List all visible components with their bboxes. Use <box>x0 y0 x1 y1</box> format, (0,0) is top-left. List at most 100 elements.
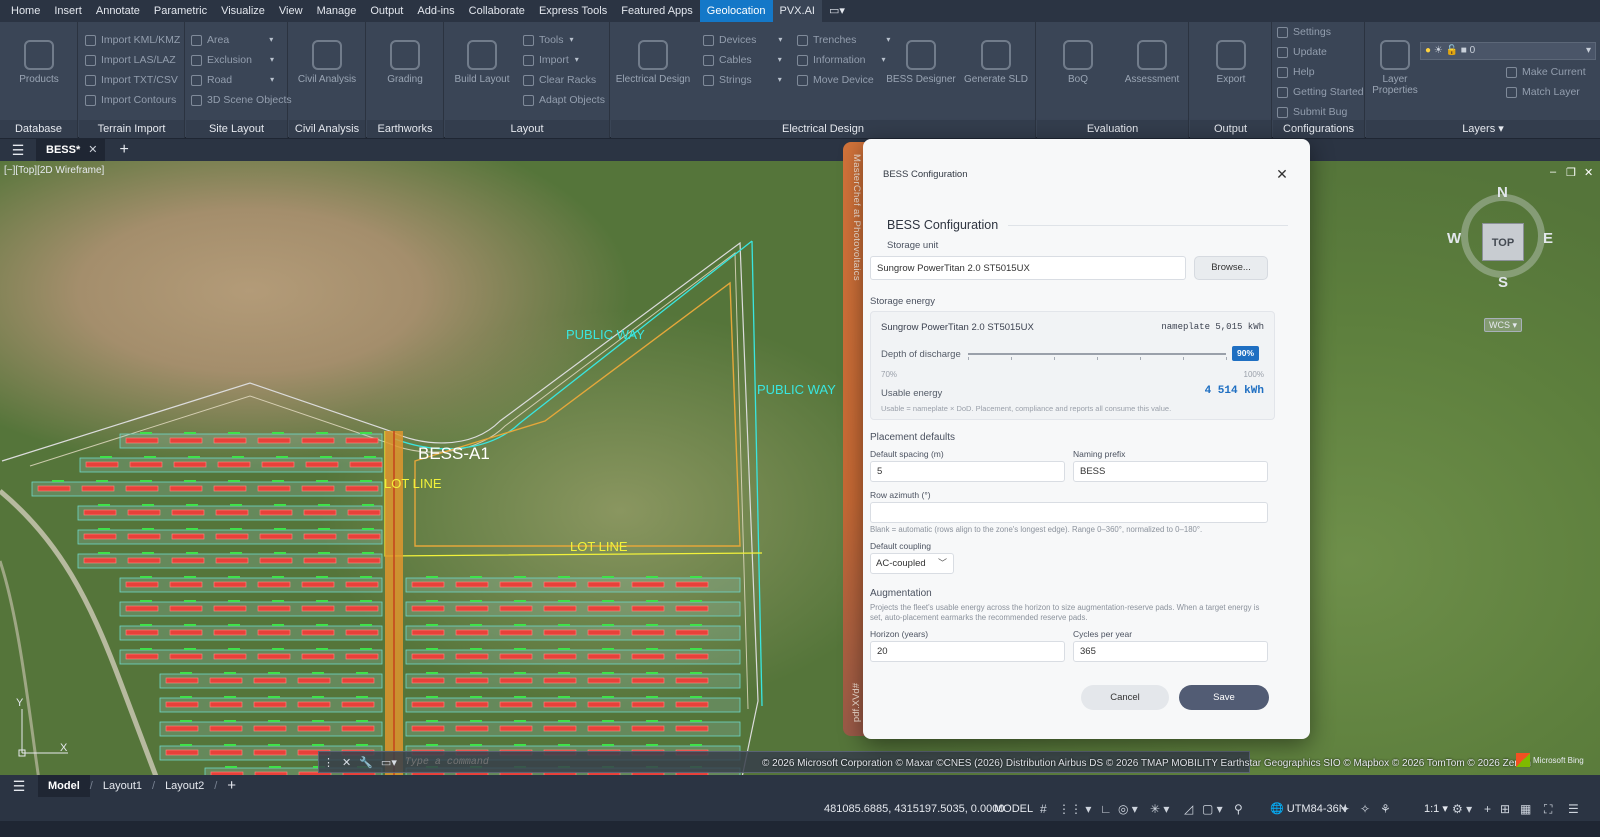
generate-sld-button[interactable]: Generate SLD <box>961 40 1031 85</box>
menu-geolocation[interactable]: Geolocation <box>699 0 773 22</box>
workspace-gear-icon[interactable]: ⚙ ▾ <box>1452 797 1472 821</box>
update-button[interactable]: Update <box>1277 42 1364 62</box>
bess-designer-button[interactable]: BESS Designer <box>886 40 956 85</box>
export-button[interactable]: Export <box>1194 40 1268 85</box>
import-las-button[interactable]: Import LAS/LAZ <box>85 50 180 70</box>
close-command-icon[interactable]: ✕ <box>342 756 351 769</box>
layout-menu-icon[interactable]: ☰ <box>0 778 38 795</box>
build-layout-button[interactable]: Build Layout <box>445 40 519 85</box>
selection-cycling-icon[interactable]: ▢ ▾ <box>1202 797 1223 821</box>
dod-slider[interactable] <box>968 353 1227 360</box>
area-button[interactable]: Area ▾ <box>191 30 292 50</box>
annotation-scale[interactable]: 1:1 ▾ <box>1424 797 1448 821</box>
match-layer-button[interactable]: Match Layer <box>1506 82 1586 102</box>
drag-handle-icon[interactable]: ⋮ <box>323 756 334 769</box>
coordinate-system[interactable]: 🌐 UTM84-36N <box>1270 797 1347 821</box>
grading-button[interactable]: Grading <box>368 40 442 85</box>
menu-express-tools[interactable]: Express Tools <box>532 0 614 22</box>
add-layout-icon[interactable]: + <box>217 775 246 797</box>
import-layout-button[interactable]: Import ▾ <box>523 50 605 70</box>
layers-panel-title[interactable]: Layers ▾ <box>1366 120 1600 138</box>
menu-insert[interactable]: Insert <box>47 0 89 22</box>
cancel-button[interactable]: Cancel <box>1081 685 1169 710</box>
grid-icon[interactable]: # <box>1040 797 1047 821</box>
menu-output[interactable]: Output <box>363 0 410 22</box>
submit-bug-button[interactable]: Submit Bug <box>1277 102 1364 122</box>
import-txt-button[interactable]: Import TXT/CSV <box>85 70 180 90</box>
adapt-objects-button[interactable]: Adapt Objects <box>523 90 605 110</box>
lineweight-icon[interactable]: ◿ <box>1184 797 1193 821</box>
close-tab-icon[interactable]: ✕ <box>88 139 97 161</box>
fullscreen-icon[interactable]: ⛶ <box>1544 797 1552 821</box>
electrical-design-button[interactable]: Electrical Design <box>613 40 693 85</box>
compass-east[interactable]: E <box>1543 230 1553 247</box>
osnap-icon[interactable]: ✳ ▾ <box>1150 797 1169 821</box>
viewport-restore-icon[interactable]: ❐ <box>1566 166 1576 179</box>
crosshair-icon[interactable]: + <box>1484 797 1491 821</box>
layer-properties-button[interactable]: Layer Properties <box>1364 40 1426 96</box>
cables-button[interactable]: Cables ▾ <box>703 50 782 70</box>
default-spacing-input[interactable] <box>870 461 1065 482</box>
strings-button[interactable]: Strings ▾ <box>703 70 782 90</box>
menu-add-ins[interactable]: Add-ins <box>410 0 461 22</box>
import-contours-button[interactable]: Import Contours <box>85 90 180 110</box>
civil-analysis-button[interactable]: Civil Analysis <box>290 40 364 85</box>
viewport-minimize-icon[interactable]: – <box>1550 166 1556 178</box>
new-tab-icon[interactable]: + <box>119 141 128 159</box>
import-kml-button[interactable]: Import KML/KMZ <box>85 30 180 50</box>
compass-north[interactable]: N <box>1497 184 1508 201</box>
products-button[interactable]: Products <box>2 40 76 85</box>
tab-layout2[interactable]: Layout2 <box>155 775 214 797</box>
save-button[interactable]: Save <box>1179 685 1269 710</box>
close-icon[interactable]: ✕ <box>1274 166 1290 182</box>
annotation-scale-icon[interactable]: ⚘ <box>1380 797 1391 821</box>
tab-model[interactable]: Model <box>38 775 90 797</box>
customize-wrench-icon[interactable]: 🔧 <box>359 756 373 769</box>
assessment-button[interactable]: Assessment <box>1115 40 1189 85</box>
scene-objects-button[interactable]: 3D Scene Objects <box>191 90 292 110</box>
graphics-icon[interactable]: ▦ <box>1520 797 1531 821</box>
polar-icon[interactable]: ◎ ▾ <box>1118 797 1138 821</box>
devices-button[interactable]: Devices ▾ <box>703 30 782 50</box>
settings-button[interactable]: Settings <box>1277 22 1364 42</box>
viewcube[interactable]: TOP N S E W <box>1447 184 1553 291</box>
getting-started-button[interactable]: Getting Started <box>1277 82 1364 102</box>
menu-featured-apps[interactable]: Featured Apps <box>614 0 700 22</box>
doc-tab-bess[interactable]: BESS* ✕ <box>36 139 106 161</box>
isolate-icon[interactable]: ⊞ <box>1500 797 1510 821</box>
viewport-close-icon[interactable]: ✕ <box>1584 166 1593 179</box>
command-history-icon[interactable]: ▭▾ <box>381 756 397 769</box>
compass-west[interactable]: W <box>1447 230 1461 247</box>
help-button[interactable]: Help <box>1277 62 1364 82</box>
menu-home[interactable]: Home <box>4 0 47 22</box>
layer-dropdown[interactable]: ● ☀ 🔓 ■ 0 ▾ <box>1420 42 1596 60</box>
row-azimuth-input[interactable] <box>870 502 1268 523</box>
annotation-visibility-icon[interactable]: ✧ <box>1360 797 1370 821</box>
geolocation-pin-icon[interactable]: ⚲ <box>1234 797 1243 821</box>
trenches-button[interactable]: Trenches ▾ <box>797 30 890 50</box>
naming-prefix-input[interactable] <box>1073 461 1268 482</box>
menu-collaborate[interactable]: Collaborate <box>462 0 532 22</box>
clear-racks-button[interactable]: Clear Racks <box>523 70 605 90</box>
drawing-viewport[interactable]: [−][Top][2D Wireframe] PUBLIC WAY PUBLIC… <box>0 161 1600 787</box>
road-button[interactable]: Road ▾ <box>191 70 292 90</box>
annotation-icon[interactable]: ✦ <box>1340 797 1350 821</box>
horizon-input[interactable] <box>870 641 1065 662</box>
browse-button[interactable]: Browse... <box>1194 256 1268 280</box>
workspace-toggle-icon[interactable]: ▭▾ <box>822 0 852 22</box>
menu-visualize[interactable]: Visualize <box>214 0 272 22</box>
tab-layout1[interactable]: Layout1 <box>93 775 152 797</box>
menu-annotate[interactable]: Annotate <box>89 0 147 22</box>
compass-south[interactable]: S <box>1498 274 1508 291</box>
make-current-button[interactable]: Make Current <box>1506 62 1586 82</box>
storage-unit-field[interactable] <box>870 256 1186 280</box>
menu-view[interactable]: View <box>272 0 310 22</box>
menu-manage[interactable]: Manage <box>310 0 364 22</box>
tools-button[interactable]: Tools ▾ <box>523 30 605 50</box>
exclusion-button[interactable]: Exclusion ▾ <box>191 50 292 70</box>
wcs-menu[interactable]: WCS ▾ <box>1484 318 1522 332</box>
viewcube-top[interactable]: TOP <box>1482 223 1524 261</box>
menu-pvx-ai[interactable]: PVX.AI <box>772 0 822 22</box>
cursor-coordinates[interactable]: 481085.6885, 4315197.5035, 0.0000 <box>824 797 1004 821</box>
snap-icon[interactable]: ⋮⋮ ▾ <box>1058 797 1091 821</box>
